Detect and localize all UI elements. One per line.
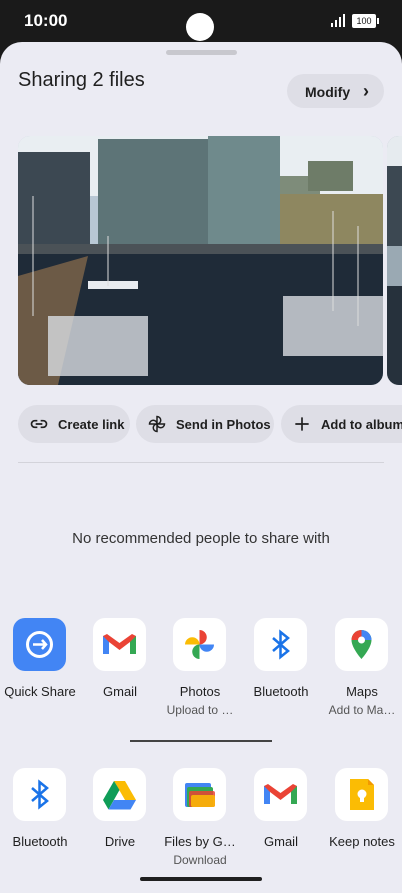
app-name: Quick Share	[4, 684, 76, 699]
create-link-label: Create link	[58, 417, 125, 432]
front-camera	[186, 13, 214, 41]
chevron-right-icon: ›	[363, 81, 369, 101]
pinwheel-icon	[148, 415, 166, 433]
send-in-photos-chip[interactable]: Send in Photos	[136, 405, 274, 443]
photos-icon	[173, 618, 226, 671]
link-icon	[30, 419, 48, 429]
battery-icon: 100	[352, 14, 379, 28]
files-icon	[173, 768, 226, 821]
app-subtitle: Upload to …	[166, 703, 234, 717]
modify-label: Modify	[305, 84, 351, 100]
photo-preview-1[interactable]	[18, 136, 383, 385]
drag-handle[interactable]	[166, 50, 237, 55]
plus-icon	[295, 417, 309, 431]
apps-separator	[130, 740, 272, 742]
app-name: Gmail	[264, 834, 298, 849]
app-name: Keep notes	[329, 834, 395, 849]
app-subtitle: Add to Ma…	[328, 703, 396, 717]
signal-icon	[331, 14, 345, 27]
status-time: 10:00	[24, 11, 68, 30]
section-divider	[18, 462, 384, 463]
app-name: Bluetooth	[12, 834, 68, 849]
share-sheet: Sharing 2 files Modify › Create link Sen…	[0, 42, 402, 893]
app-name: Bluetooth	[253, 684, 309, 699]
second-photo	[387, 136, 402, 385]
marina-photo	[18, 136, 383, 385]
quick-share-icon	[13, 618, 66, 671]
maps-icon	[335, 618, 388, 671]
bluetooth-icon	[254, 618, 307, 671]
app-name: Photos	[179, 684, 221, 699]
modify-button[interactable]: Modify ›	[287, 74, 384, 108]
gmail-icon	[93, 618, 146, 671]
app-name: Files by G…	[164, 834, 236, 849]
gesture-nav-bar[interactable]	[140, 877, 262, 881]
no-recommendations-text: No recommended people to share with	[72, 530, 330, 547]
status-bar: 10:00 100	[0, 0, 402, 42]
create-link-chip[interactable]: Create link	[18, 405, 130, 443]
send-in-photos-label: Send in Photos	[176, 417, 271, 432]
add-to-album-chip[interactable]: Add to album	[281, 405, 402, 443]
app-subtitle: Download	[173, 853, 227, 867]
bluetooth-icon	[13, 768, 66, 821]
gmail-icon	[254, 768, 307, 821]
drive-icon	[93, 768, 146, 821]
photo-preview-2[interactable]	[387, 136, 402, 385]
app-name: Maps	[346, 684, 378, 699]
keep-icon	[335, 768, 388, 821]
add-to-album-label: Add to album	[321, 417, 402, 432]
sheet-title: Sharing 2 files	[18, 69, 145, 91]
app-name: Drive	[104, 834, 136, 849]
app-name: Gmail	[103, 684, 137, 699]
